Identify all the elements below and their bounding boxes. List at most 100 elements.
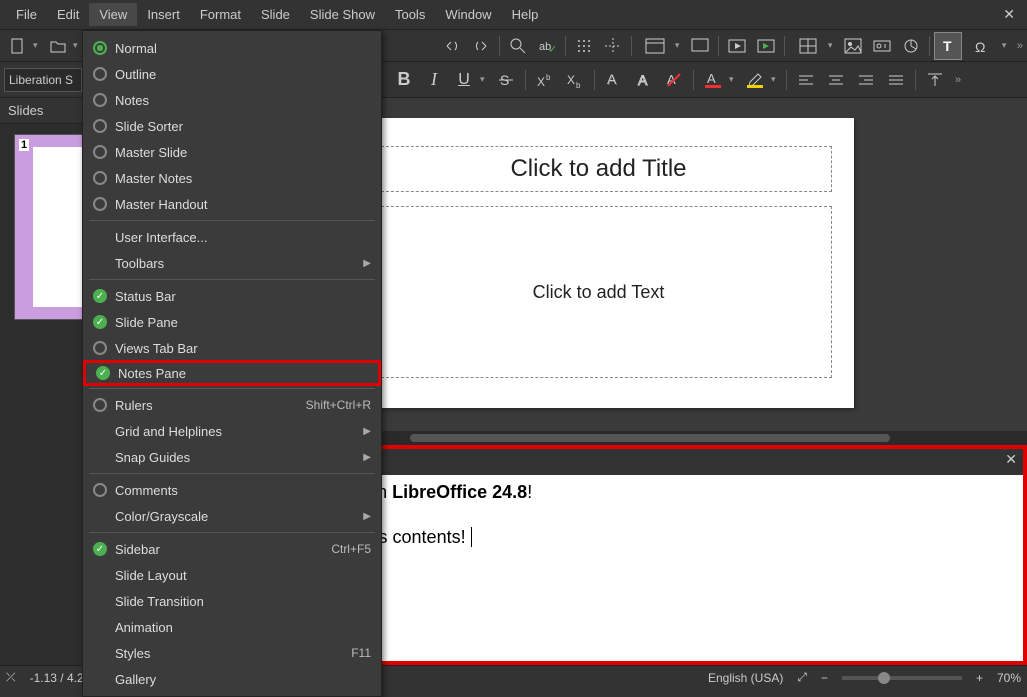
- view-menu-user-interface-[interactable]: User Interface...: [83, 224, 381, 250]
- menu-item-label: Status Bar: [115, 289, 176, 304]
- start-first-icon[interactable]: [723, 32, 751, 60]
- open-icon[interactable]: [44, 32, 72, 60]
- view-menu-slide-transition[interactable]: Slide Transition: [83, 588, 381, 614]
- view-menu-outline[interactable]: Outline: [83, 61, 381, 87]
- media-icon[interactable]: [868, 32, 896, 60]
- snap-guides-icon[interactable]: [599, 32, 627, 60]
- bold-icon[interactable]: B: [390, 66, 418, 94]
- zoom-value[interactable]: 70%: [997, 671, 1021, 685]
- view-menu-toolbars[interactable]: Toolbars▶: [83, 250, 381, 276]
- table-icon[interactable]: [789, 32, 827, 60]
- view-menu-comments[interactable]: Comments: [83, 477, 381, 503]
- textbox-icon[interactable]: T: [934, 32, 962, 60]
- strikethrough-icon[interactable]: S: [492, 66, 520, 94]
- views-dropdown-icon[interactable]: ▾: [675, 40, 685, 51]
- grid-icon[interactable]: [570, 32, 598, 60]
- view-menu-grid-and-helplines[interactable]: Grid and Helplines▶: [83, 418, 381, 444]
- menu-item-label: Notes: [115, 93, 149, 108]
- view-menu-gallery[interactable]: Gallery: [83, 666, 381, 692]
- menu-view[interactable]: View: [89, 3, 137, 26]
- menu-file[interactable]: File: [6, 3, 47, 26]
- clear-format-icon[interactable]: A: [660, 66, 688, 94]
- chart-icon[interactable]: [897, 32, 925, 60]
- view-menu-status-bar[interactable]: ✓ Status Bar: [83, 283, 381, 309]
- view-menu-snap-guides[interactable]: Snap Guides▶: [83, 444, 381, 470]
- fit-page-icon[interactable]: ⤢: [797, 670, 807, 685]
- notes-close-icon[interactable]: ✕: [1005, 451, 1017, 468]
- view-menu-normal[interactable]: Normal: [83, 35, 381, 61]
- view-menu-rulers[interactable]: RulersShift+Ctrl+R: [83, 392, 381, 418]
- view-menu-master-notes[interactable]: Master Notes: [83, 165, 381, 191]
- underline-dropdown-icon[interactable]: ▾: [480, 74, 490, 85]
- start-current-icon[interactable]: [752, 32, 780, 60]
- view-menu-sidebar[interactable]: ✓SidebarCtrl+F5: [83, 536, 381, 562]
- slide-canvas[interactable]: Click to add Title Click to add Text: [344, 118, 854, 408]
- display-views-icon[interactable]: [636, 32, 674, 60]
- font-color-dropdown-icon[interactable]: ▾: [729, 74, 739, 85]
- font-name-input[interactable]: [4, 68, 82, 92]
- menu-insert[interactable]: Insert: [137, 3, 190, 26]
- align-right-icon[interactable]: [852, 66, 880, 94]
- view-menu-slide-layout[interactable]: Slide Layout: [83, 562, 381, 588]
- subscript-icon[interactable]: Xb: [561, 66, 589, 94]
- menu-slideshow[interactable]: Slide Show: [300, 3, 385, 26]
- menu-window[interactable]: Window: [435, 3, 501, 26]
- align-justify-icon[interactable]: [882, 66, 910, 94]
- find-icon[interactable]: [504, 32, 532, 60]
- underline-icon[interactable]: U: [450, 66, 478, 94]
- master-slide-icon[interactable]: [686, 32, 714, 60]
- redo-icon[interactable]: [467, 32, 495, 60]
- language-status[interactable]: English (USA): [708, 671, 783, 685]
- menu-tools[interactable]: Tools: [385, 3, 435, 26]
- menu-item-label: Rulers: [115, 398, 153, 413]
- align-left-icon[interactable]: [792, 66, 820, 94]
- shadow-text-icon[interactable]: AA: [600, 66, 628, 94]
- zoom-slider[interactable]: [842, 676, 962, 680]
- image-icon[interactable]: [839, 32, 867, 60]
- radio-icon: [93, 67, 107, 81]
- content-placeholder[interactable]: Click to add Text: [366, 206, 832, 378]
- menu-edit[interactable]: Edit: [47, 3, 89, 26]
- view-menu-notes-pane[interactable]: ✓Notes Pane: [83, 360, 381, 386]
- check-icon: ✓: [93, 315, 107, 329]
- toolbar-more-icon[interactable]: »: [1017, 40, 1023, 52]
- align-center-icon[interactable]: [822, 66, 850, 94]
- undo-icon[interactable]: [438, 32, 466, 60]
- zoom-out-icon[interactable]: −: [821, 671, 828, 685]
- highlight-dropdown-icon[interactable]: ▾: [771, 74, 781, 85]
- document-close-icon[interactable]: ✕: [997, 6, 1021, 23]
- spellcheck-icon[interactable]: ab: [533, 32, 561, 60]
- radio-icon: [93, 93, 107, 107]
- zoom-in-icon[interactable]: +: [976, 671, 983, 685]
- new-dropdown-icon[interactable]: ▾: [33, 40, 43, 51]
- new-icon[interactable]: [4, 32, 32, 60]
- special-char-icon[interactable]: Ω: [963, 32, 1001, 60]
- radio-icon: [93, 171, 107, 185]
- view-menu-notes[interactable]: Notes: [83, 87, 381, 113]
- menu-item-label: Sidebar: [115, 542, 160, 557]
- view-menu-master-handout[interactable]: Master Handout: [83, 191, 381, 217]
- italic-icon[interactable]: I: [420, 66, 448, 94]
- view-menu-slide-sorter[interactable]: Slide Sorter: [83, 113, 381, 139]
- menu-help[interactable]: Help: [502, 3, 549, 26]
- align-top-icon[interactable]: [921, 66, 949, 94]
- menu-slide[interactable]: Slide: [251, 3, 300, 26]
- superscript-icon[interactable]: Xb: [531, 66, 559, 94]
- view-menu-animation[interactable]: Animation: [83, 614, 381, 640]
- view-menu-styles[interactable]: StylesF11: [83, 640, 381, 666]
- menu-format[interactable]: Format: [190, 3, 251, 26]
- toolbar-more-icon[interactable]: »: [955, 74, 961, 86]
- outline-text-icon[interactable]: A: [630, 66, 658, 94]
- menu-item-label: Grid and Helplines: [115, 424, 222, 439]
- table-dropdown-icon[interactable]: ▾: [828, 40, 838, 51]
- view-menu-master-slide[interactable]: Master Slide: [83, 139, 381, 165]
- svg-text:b: b: [546, 73, 551, 82]
- highlight-icon[interactable]: [741, 66, 769, 94]
- check-icon: ✓: [93, 289, 107, 303]
- special-dropdown-icon[interactable]: ▾: [1002, 40, 1012, 51]
- title-placeholder[interactable]: Click to add Title: [366, 146, 832, 192]
- view-menu-color-grayscale[interactable]: Color/Grayscale▶: [83, 503, 381, 529]
- view-menu-slide-pane[interactable]: ✓Slide Pane: [83, 309, 381, 335]
- view-menu-views-tab-bar[interactable]: Views Tab Bar: [83, 335, 381, 361]
- font-color-icon[interactable]: A: [699, 66, 727, 94]
